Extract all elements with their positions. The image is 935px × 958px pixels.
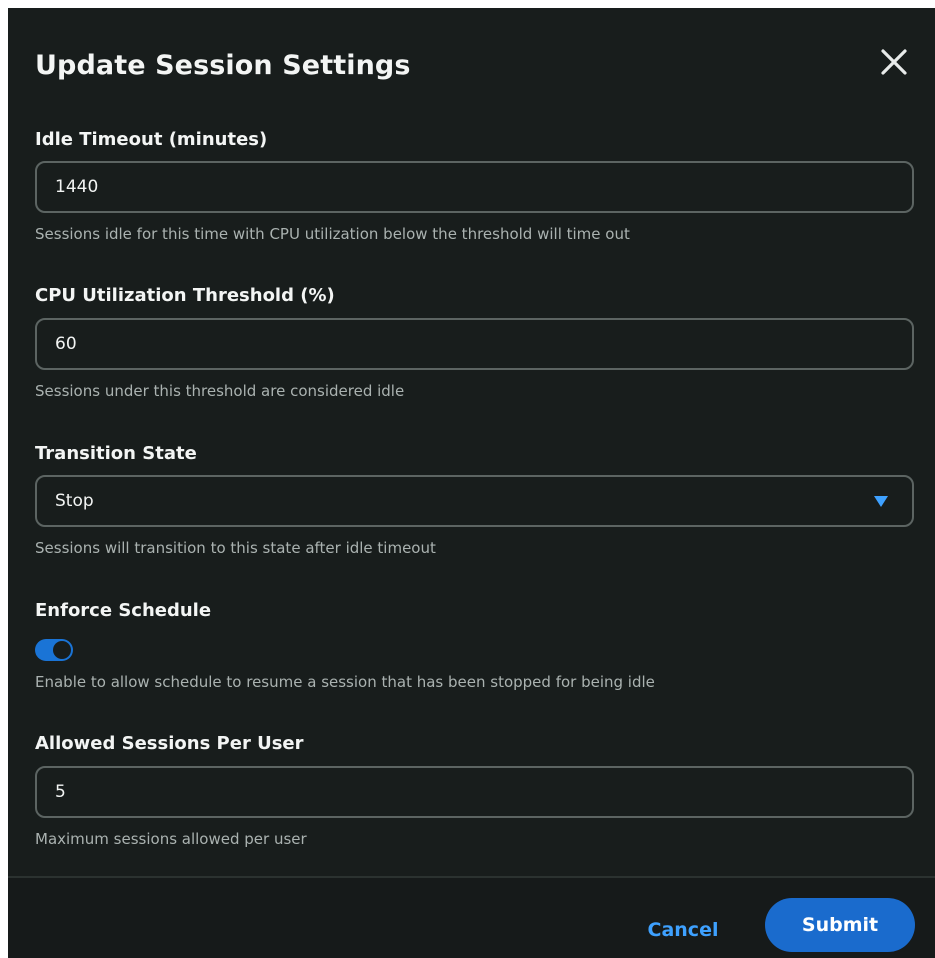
toggle-knob [53, 641, 71, 659]
idle-timeout-input[interactable] [35, 161, 914, 213]
transition-state-help: Sessions will transition to this state a… [35, 539, 436, 557]
allowed-sessions-label: Allowed Sessions Per User [35, 733, 304, 754]
idle-timeout-help: Sessions idle for this time with CPU uti… [35, 225, 630, 243]
submit-button[interactable]: Submit [765, 898, 915, 952]
transition-state-selected-value: Stop [55, 491, 94, 511]
dialog-title: Update Session Settings [35, 50, 411, 81]
enforce-schedule-toggle[interactable] [35, 639, 73, 661]
enforce-schedule-help: Enable to allow schedule to resume a ses… [35, 673, 655, 691]
caret-down-icon [874, 496, 888, 507]
cpu-threshold-label: CPU Utilization Threshold (%) [35, 285, 335, 306]
transition-state-label: Transition State [35, 443, 197, 464]
enforce-schedule-label: Enforce Schedule [35, 600, 212, 621]
update-session-settings-dialog: Update Session Settings Idle Timeout (mi… [8, 8, 935, 958]
cpu-threshold-help: Sessions under this threshold are consid… [35, 382, 405, 400]
cancel-button[interactable]: Cancel [628, 911, 738, 949]
allowed-sessions-input[interactable] [35, 766, 914, 818]
close-icon [881, 49, 907, 75]
allowed-sessions-help: Maximum sessions allowed per user [35, 830, 307, 848]
transition-state-select[interactable]: Stop [35, 475, 914, 527]
footer-divider [8, 876, 935, 878]
idle-timeout-label: Idle Timeout (minutes) [35, 129, 268, 150]
cpu-threshold-input[interactable] [35, 318, 914, 370]
close-button[interactable] [878, 46, 910, 78]
